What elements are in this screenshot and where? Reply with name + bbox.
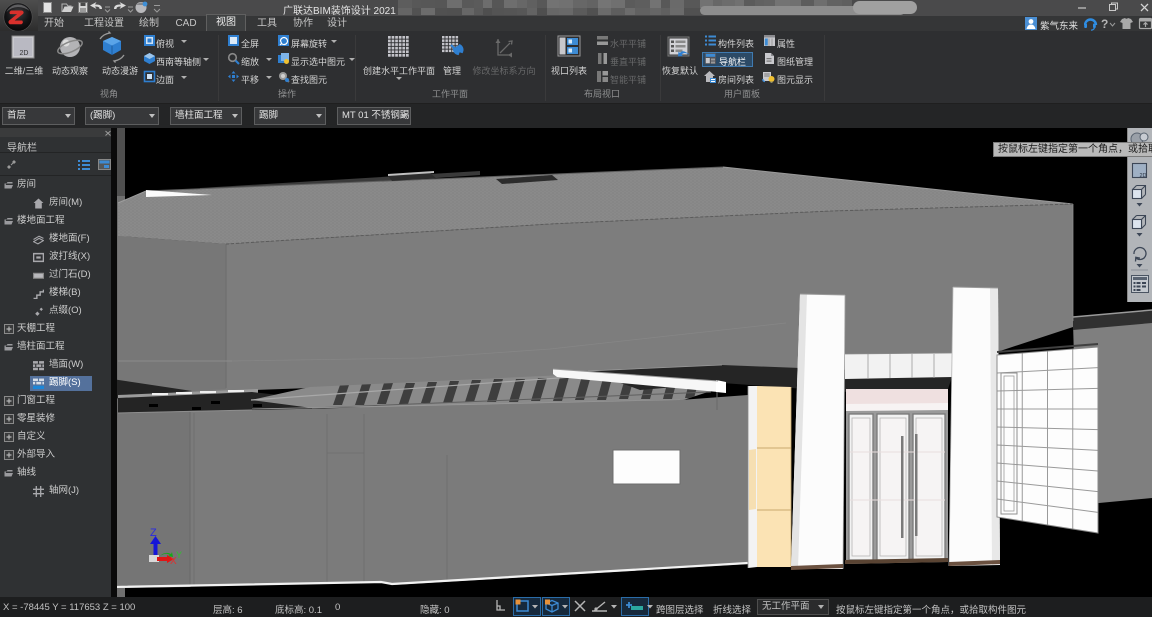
svg-text:?: ? bbox=[1101, 17, 1108, 31]
svg-text:2D: 2D bbox=[20, 50, 29, 57]
svg-text:Y: Y bbox=[176, 550, 182, 560]
svg-text:2D: 2D bbox=[1139, 173, 1146, 179]
